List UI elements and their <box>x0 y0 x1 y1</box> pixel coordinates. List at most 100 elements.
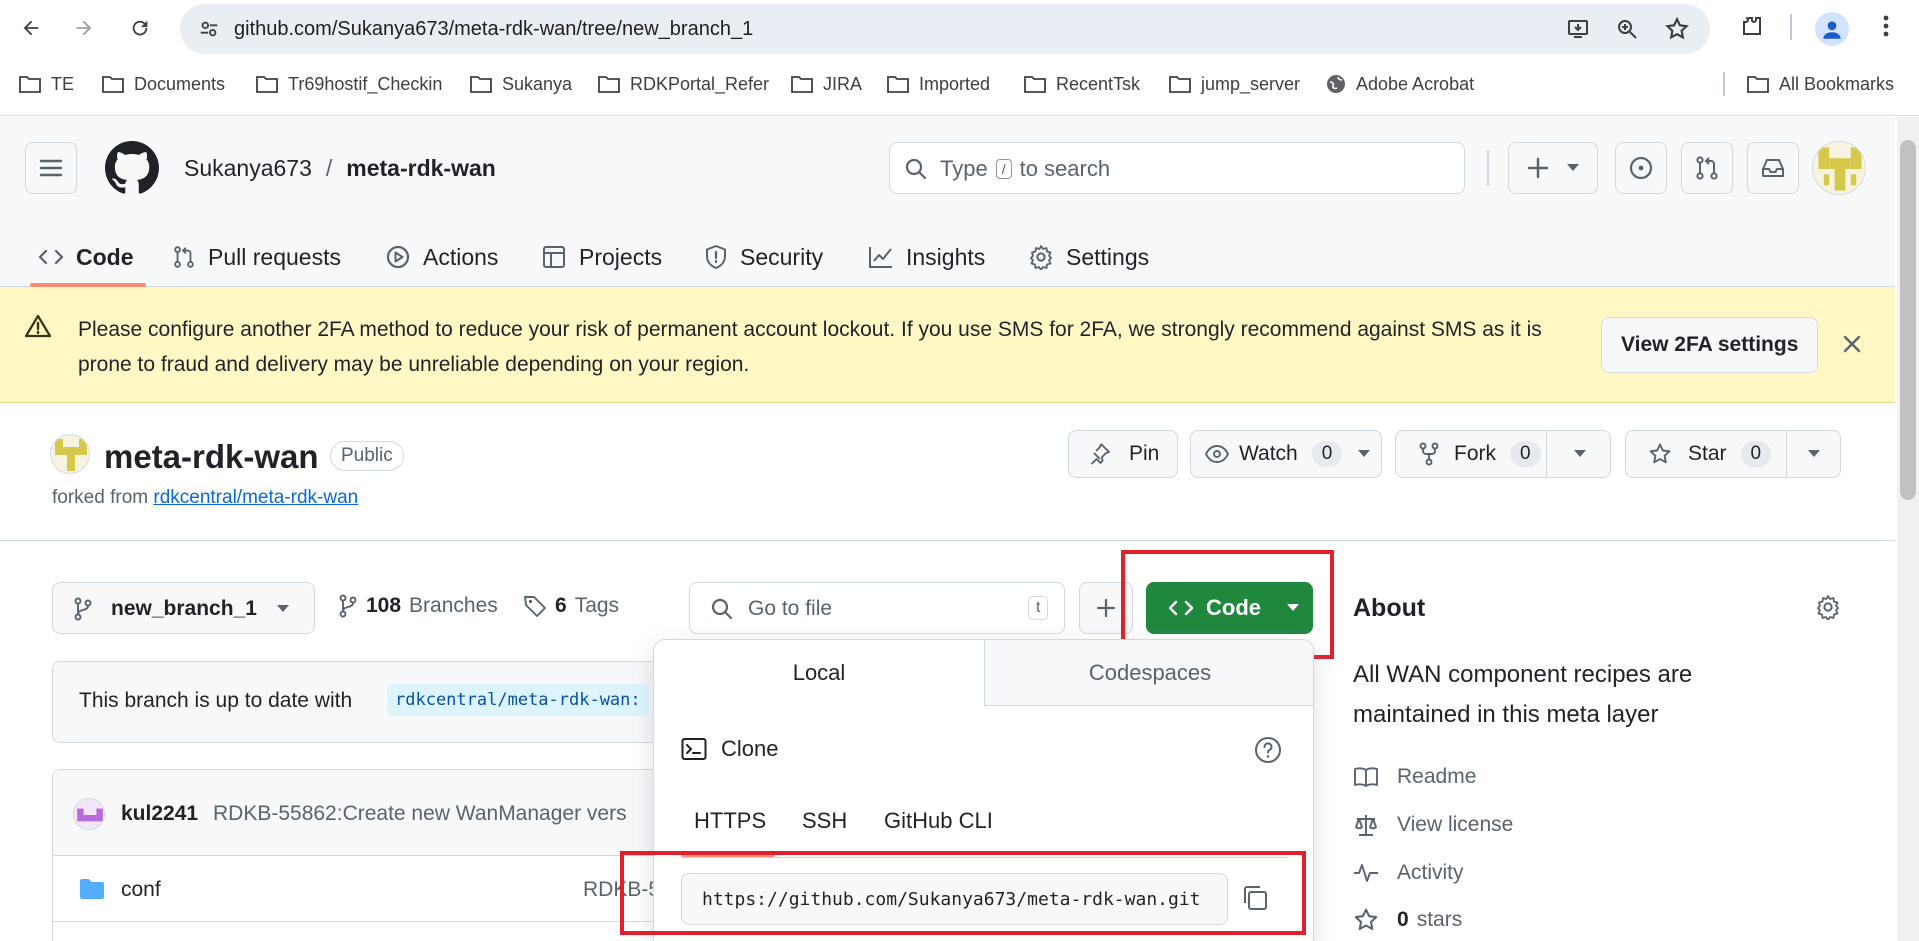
license-label: View license <box>1397 813 1514 836</box>
forked-source-link[interactable]: rdkcentral/meta-rdk-wan <box>153 487 358 508</box>
shield-icon <box>706 245 726 269</box>
all-bookmarks[interactable]: All Bookmarks <box>1747 66 1894 102</box>
caret-down-icon[interactable] <box>1358 450 1371 458</box>
branch-selector[interactable]: new_branch_1 <box>52 582 315 634</box>
repo-owner-avatar[interactable] <box>50 434 90 474</box>
forked-prefix: forked from <box>52 487 149 508</box>
clone-heading: Clone <box>681 736 778 762</box>
caret-down-icon[interactable] <box>1808 450 1820 458</box>
bookmark-label: Imported <box>919 73 991 94</box>
bookmark-imported[interactable]: Imported <box>887 66 990 102</box>
stars-link[interactable]: 0 stars <box>1353 905 1462 935</box>
tab-insights[interactable]: Insights <box>868 227 985 287</box>
tab-local[interactable]: Local <box>654 640 984 706</box>
tab-security[interactable]: Security <box>704 227 823 287</box>
fork-icon <box>1419 442 1439 466</box>
star-button[interactable]: Star 0 <box>1625 430 1841 478</box>
table-row[interactable]: conf RDKB-5 <box>53 856 671 922</box>
tab-projects[interactable]: Projects <box>541 227 662 287</box>
github-header: Sukanya673 / meta-rdk-wan Type / to sear… <box>0 117 1895 287</box>
pin-icon <box>1090 443 1110 465</box>
go-to-file-input[interactable]: Go to file t <box>689 582 1065 634</box>
tab-settings[interactable]: Settings <box>1028 227 1149 287</box>
pin-button[interactable]: Pin <box>1068 430 1178 478</box>
plus-icon <box>1096 598 1116 618</box>
zoom-icon[interactable] <box>1615 17 1639 41</box>
hamburger-menu-button[interactable] <box>25 142 77 194</box>
bookmark-documents[interactable]: Documents <box>102 66 225 102</box>
install-app-icon[interactable] <box>1566 17 1590 41</box>
watch-button[interactable]: Watch 0 <box>1190 430 1382 478</box>
repo-title[interactable]: meta-rdk-wan <box>104 438 319 476</box>
user-avatar[interactable] <box>1812 141 1866 195</box>
all-bookmarks-label: All Bookmarks <box>1779 73 1895 94</box>
commit-message[interactable]: RDKB-55862:Create new WanManager vers <box>213 802 627 826</box>
star-count: 0 <box>1740 441 1772 467</box>
fork-label: Fork <box>1454 442 1496 465</box>
tab-code[interactable]: Code <box>38 227 134 287</box>
commit-author-avatar[interactable] <box>73 798 105 830</box>
bookmark-te[interactable]: TE <box>19 66 74 102</box>
github-logo-icon[interactable] <box>105 141 159 195</box>
pulse-icon <box>1354 864 1378 882</box>
create-new-button[interactable] <box>1508 142 1598 194</box>
back-button[interactable] <box>13 10 49 46</box>
button-divider <box>1786 431 1787 477</box>
inbox-button[interactable] <box>1747 142 1799 194</box>
owner-link[interactable]: Sukanya673 <box>184 155 312 182</box>
protocol-tab-https[interactable]: HTTPS <box>694 808 766 834</box>
bookmark-jira[interactable]: JIRA <box>791 66 862 102</box>
tab-pull-requests[interactable]: Pull requests <box>172 227 341 287</box>
commit-author[interactable]: kul2241 <box>121 802 198 826</box>
protocol-tab-cli[interactable]: GitHub CLI <box>884 808 993 834</box>
fork-button[interactable]: Fork 0 <box>1395 430 1611 478</box>
tab-codespaces[interactable]: Codespaces <box>984 640 1313 706</box>
folder-icon <box>598 76 620 93</box>
clone-help-button[interactable] <box>1254 736 1282 764</box>
license-link[interactable]: View license <box>1353 810 1513 840</box>
bookmark-sukanya[interactable]: Sukanya <box>470 66 572 102</box>
bookmark-label: Documents <box>134 73 226 94</box>
upstream-ref[interactable]: rdkcentral/meta-rdk-wan: <box>387 684 649 716</box>
bookmark-tr69hostif[interactable]: Tr69hostif_Checkin <box>256 66 442 102</box>
tab-actions[interactable]: Actions <box>385 227 498 287</box>
code-icon <box>38 249 64 265</box>
bookmark-adobe-acrobat[interactable]: Adobe Acrobat <box>1326 66 1474 102</box>
tab-label: Settings <box>1066 243 1150 270</box>
arrow-left-icon <box>23 20 39 36</box>
caret-down-icon[interactable] <box>1574 450 1586 458</box>
tab-label: Insights <box>906 243 986 270</box>
reload-button[interactable] <box>122 10 158 46</box>
readme-link[interactable]: Readme <box>1353 762 1476 792</box>
file-name[interactable]: conf <box>121 878 161 902</box>
search-icon <box>711 598 733 620</box>
profile-button[interactable] <box>1815 12 1849 46</box>
edit-about-button[interactable] <box>1815 594 1841 620</box>
bookmark-jump-server[interactable]: jump_server <box>1169 66 1300 102</box>
protocol-tab-ssh[interactable]: SSH <box>802 808 847 834</box>
bookmark-rdkportal[interactable]: RDKPortal_Refer <box>598 66 769 102</box>
dismiss-banner-button[interactable] <box>1842 334 1862 354</box>
pull-requests-button[interactable] <box>1681 142 1733 194</box>
scrollbar-thumb[interactable] <box>1900 140 1916 500</box>
watch-count: 0 <box>1311 441 1343 467</box>
branches-link[interactable]: 108 Branches <box>338 594 498 618</box>
bookmark-label: JIRA <box>823 73 863 94</box>
issues-button[interactable] <box>1615 142 1667 194</box>
tags-link[interactable]: 6 Tags <box>523 594 619 618</box>
repo-link[interactable]: meta-rdk-wan <box>346 155 496 182</box>
search-shortcut-key: / <box>995 159 1012 179</box>
address-bar[interactable]: github.com/Sukanya673/meta-rdk-wan/tree/… <box>180 4 1710 54</box>
globe-icon <box>1327 75 1345 93</box>
bookmark-recenttsk[interactable]: RecentTsk <box>1024 66 1140 102</box>
forward-button[interactable] <box>66 10 102 46</box>
extensions-button[interactable] <box>1736 10 1768 42</box>
chrome-menu-button[interactable] <box>1870 10 1902 42</box>
url-text[interactable]: github.com/Sukanya673/meta-rdk-wan/tree/… <box>234 18 753 41</box>
terminal-icon <box>681 738 707 760</box>
activity-link[interactable]: Activity <box>1353 858 1464 888</box>
global-search-input[interactable]: Type / to search <box>889 142 1465 194</box>
bookmark-star-icon[interactable] <box>1664 16 1690 42</box>
site-info-icon[interactable] <box>198 18 220 40</box>
view-2fa-settings-button[interactable]: View 2FA settings <box>1601 317 1819 373</box>
